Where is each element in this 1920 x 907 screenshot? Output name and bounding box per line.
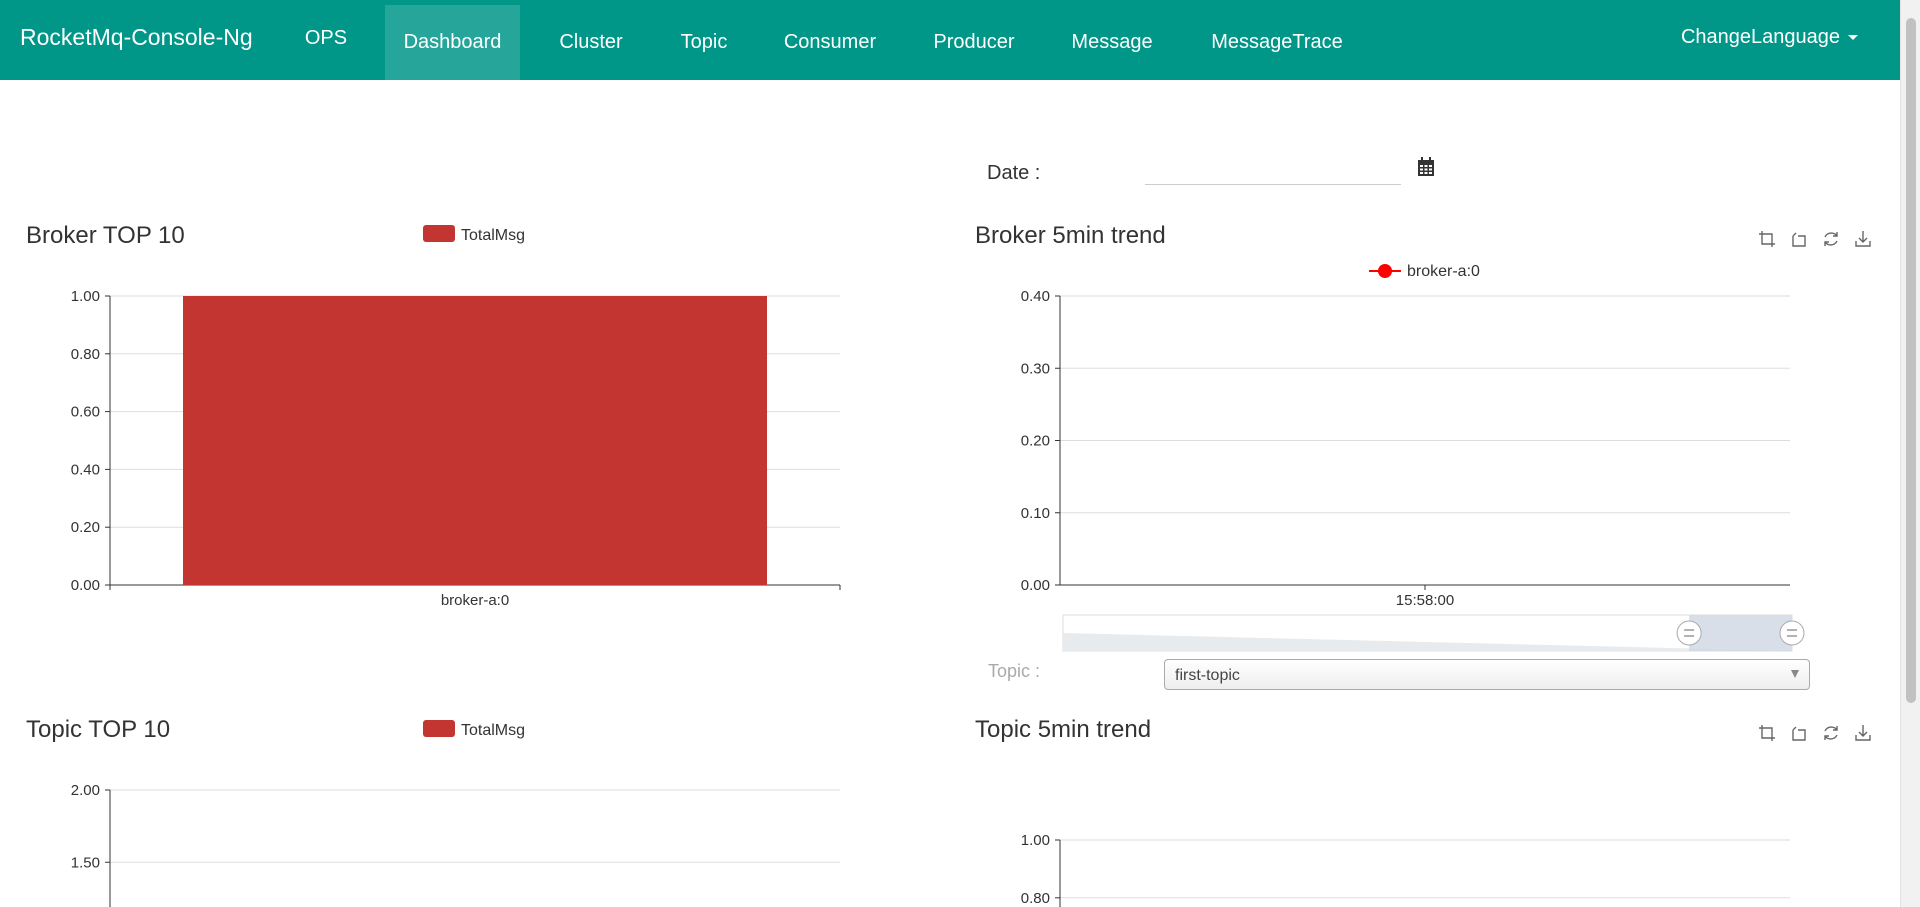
zoom-reset-icon[interactable] bbox=[1790, 230, 1808, 248]
topic-trend-chart: 1.00 0.80 bbox=[1021, 832, 1790, 907]
y-tick-label: 0.20 bbox=[71, 519, 100, 536]
y-tick-label: 0.20 bbox=[1021, 433, 1050, 450]
change-language-dropdown[interactable]: ChangeLanguage bbox=[1681, 26, 1858, 49]
y-tick-label: 0.00 bbox=[71, 577, 100, 594]
select-arrow-icon bbox=[1791, 670, 1799, 678]
vertical-scrollbar[interactable] bbox=[1900, 0, 1920, 907]
y-tick-label: 0.30 bbox=[1021, 360, 1050, 377]
nav-dashboard[interactable]: Dashboard bbox=[385, 5, 520, 80]
legend-label: TotalMsg bbox=[461, 722, 525, 739]
y-tick-label: 0.00 bbox=[1021, 577, 1050, 594]
y-tick-label: 0.80 bbox=[1021, 890, 1050, 907]
y-tick-label: 0.40 bbox=[1021, 288, 1050, 305]
bar bbox=[183, 296, 767, 585]
broker-trend-title: Broker 5min trend bbox=[975, 222, 1166, 249]
save-image-icon[interactable] bbox=[1854, 230, 1872, 248]
restore-icon[interactable] bbox=[1822, 230, 1840, 248]
legend-swatch bbox=[423, 720, 455, 737]
top-navbar: RocketMq-Console-Ng OPS Dashboard Cluste… bbox=[0, 0, 1900, 80]
change-language-label: ChangeLanguage bbox=[1680, 26, 1840, 48]
topic-label: Topic : bbox=[988, 661, 1041, 681]
topic-top10-chart: TotalMsg 2.00 1.50 bbox=[71, 720, 840, 907]
brand-link[interactable]: RocketMq-Console-Ng bbox=[20, 24, 253, 51]
datazoom-handle bbox=[1676, 620, 1702, 646]
nav-topic[interactable]: Topic bbox=[680, 5, 728, 80]
y-tick-label: 1.00 bbox=[1021, 832, 1050, 849]
nav-message-trace[interactable]: MessageTrace bbox=[1209, 5, 1345, 80]
nav-consumer[interactable]: Consumer bbox=[783, 5, 877, 80]
scrollbar-thumb[interactable] bbox=[1906, 18, 1916, 703]
x-tick-label: 15:58:00 bbox=[1396, 592, 1454, 609]
y-tick-label: 2.00 bbox=[71, 782, 100, 799]
legend-label: broker-a:0 bbox=[1407, 263, 1480, 280]
y-tick-label: 0.40 bbox=[71, 461, 100, 478]
topic-select-value: first-topic bbox=[1175, 667, 1240, 684]
legend-marker bbox=[1378, 264, 1392, 278]
nav-producer[interactable]: Producer bbox=[933, 5, 1015, 80]
broker-top10-chart: TotalMsg 0.00 0.20 0.40 0.60 0.80 1.00 broker-a… bbox=[71, 225, 841, 609]
y-tick-label: 1.00 bbox=[71, 288, 100, 305]
y-tick-label: 1.50 bbox=[71, 854, 100, 871]
y-tick-label: 0.10 bbox=[1021, 505, 1050, 522]
date-label: Date : bbox=[987, 162, 1041, 184]
legend-label: TotalMsg bbox=[461, 227, 525, 244]
topic-select[interactable]: first-topic bbox=[1164, 659, 1810, 690]
zoom-icon[interactable] bbox=[1758, 230, 1776, 248]
nav-message[interactable]: Message bbox=[1071, 5, 1153, 80]
broker-trend-chart: broker-a:0 0.00 0.10 0.20 0.30 0.40 15:58:00 bbox=[1021, 263, 1805, 652]
broker-trend-toolbox bbox=[1758, 230, 1872, 248]
date-input[interactable] bbox=[1145, 154, 1401, 185]
y-tick-label: 0.60 bbox=[71, 404, 100, 421]
x-tick-label: broker-a:0 bbox=[441, 592, 509, 609]
calendar-icon[interactable] bbox=[1417, 157, 1435, 177]
legend-swatch bbox=[423, 225, 455, 242]
caret-down-icon bbox=[1848, 35, 1858, 41]
datazoom-handle bbox=[1779, 620, 1805, 646]
nav-ops[interactable]: OPS bbox=[304, 0, 348, 75]
y-tick-label: 0.80 bbox=[71, 346, 100, 363]
datazoom-selection bbox=[1689, 615, 1792, 651]
nav-cluster[interactable]: Cluster bbox=[558, 5, 624, 80]
